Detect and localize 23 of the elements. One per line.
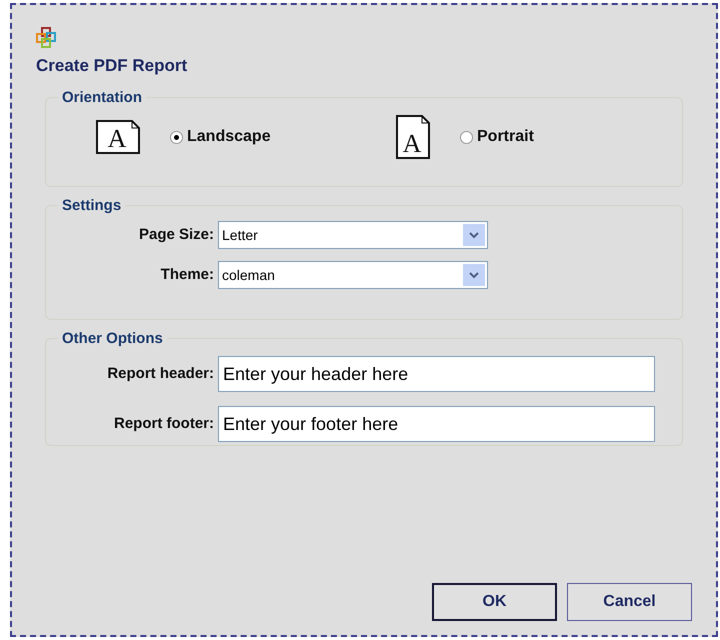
field-label: Report header: xyxy=(106,364,215,384)
dropdown[interactable]: Letter xyxy=(218,221,488,249)
radio-button[interactable] xyxy=(170,130,183,144)
page-icon: A xyxy=(396,115,430,159)
group-title: Settings xyxy=(61,196,122,216)
field-label: Theme: xyxy=(160,264,215,285)
logo-icon xyxy=(36,27,58,49)
radio-button[interactable] xyxy=(460,130,473,144)
group-title: Other Options xyxy=(61,328,164,348)
chevron-down-icon xyxy=(463,224,485,246)
text-field[interactable]: Enter your header here xyxy=(218,356,655,392)
chevron-down-icon xyxy=(463,264,485,286)
window-title: Create PDF Report xyxy=(36,55,188,77)
ok-button[interactable]: OK xyxy=(432,583,557,621)
dropdown[interactable]: coleman xyxy=(218,261,488,289)
text-field[interactable]: Enter your footer here xyxy=(218,406,655,442)
field-label: Report footer: xyxy=(113,414,215,434)
radio-label: Landscape xyxy=(187,127,271,147)
page-icon: A xyxy=(96,120,140,154)
group-title: Orientation xyxy=(61,88,144,108)
radio-label: Portrait xyxy=(477,127,534,147)
field-label: Page Size: xyxy=(138,224,215,245)
cancel-button[interactable]: Cancel xyxy=(567,583,692,621)
